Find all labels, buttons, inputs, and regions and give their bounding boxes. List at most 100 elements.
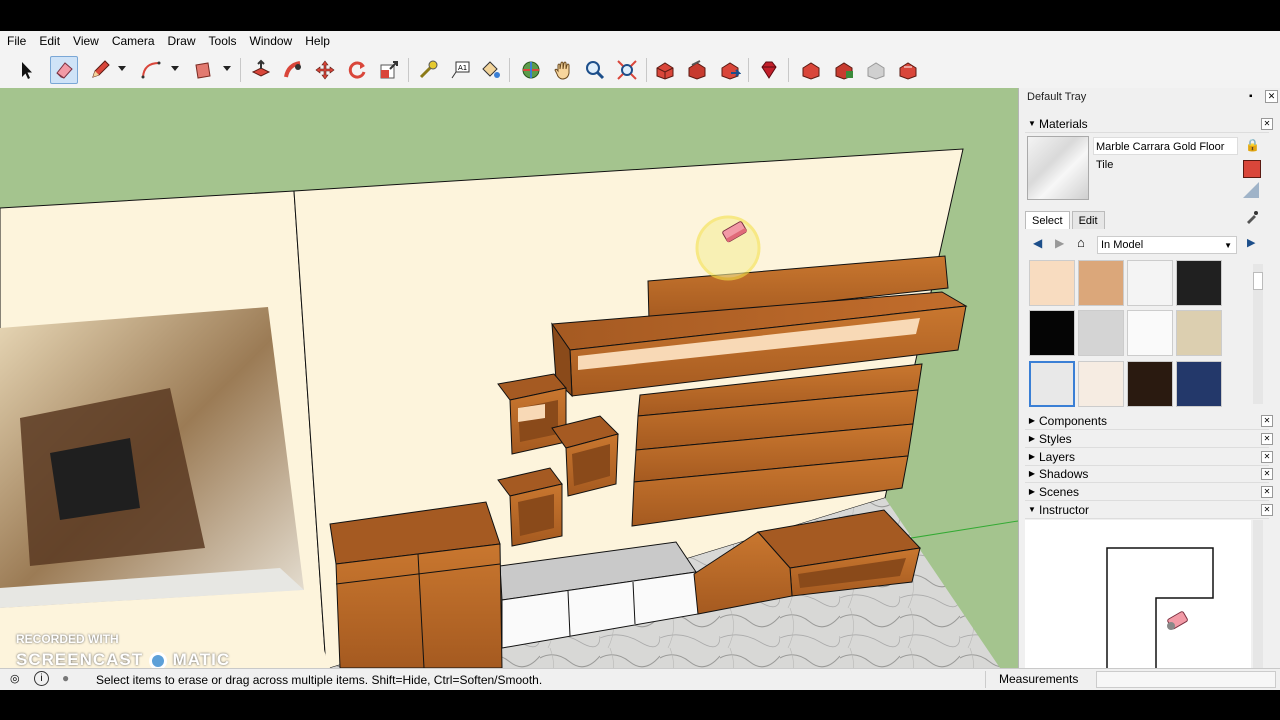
instructor-scrollbar[interactable] [1253,520,1263,668]
material-swatch[interactable] [1127,360,1173,407]
material-swatch[interactable] [1029,310,1075,357]
styles-close-icon[interactable]: ✕ [1261,433,1273,445]
create-material-icon[interactable] [1243,160,1261,178]
gem-icon[interactable] [894,56,922,84]
sample-paint-icon[interactable] [1243,182,1259,198]
library-select[interactable]: In Model ▼ [1097,236,1237,254]
orbit-icon[interactable] [517,56,545,84]
material-swatch[interactable] [1176,310,1222,357]
shadows-close-icon[interactable]: ✕ [1261,468,1273,480]
geo-location-icon[interactable]: ◎ [10,672,20,685]
material-preview[interactable] [1027,136,1089,200]
tab-edit[interactable]: Edit [1071,211,1105,229]
extension-warehouse-icon[interactable] [716,56,744,84]
menu-help[interactable]: Help [298,31,336,52]
menu-tools[interactable]: Tools [202,31,243,52]
ruby-icon[interactable] [755,56,783,84]
cursor-highlight [695,215,761,281]
material-swatch[interactable] [1127,260,1173,306]
follow-me-icon[interactable] [279,56,307,84]
material-swatch[interactable] [1078,310,1124,357]
expand-triangle-icon: ▶ [1028,469,1036,478]
tab-select[interactable]: Select [1025,211,1070,229]
pan-icon[interactable] [549,56,577,84]
material-swatch[interactable] [1078,260,1124,306]
menu-camera[interactable]: Camera [105,31,161,52]
shape-dropdown-icon[interactable] [223,66,231,71]
material-swatch[interactable] [1078,360,1124,407]
materials-title: Materials [1039,116,1088,131]
components-panel-header[interactable]: ▶ Components ✕ [1025,412,1273,430]
model-viewport[interactable]: RECORDED WITH SCREENCAST MATIC [0,88,1018,668]
menu-window[interactable]: Window [243,31,299,52]
material-swatch[interactable] [1127,310,1173,357]
component-icon[interactable] [797,56,825,84]
scale-icon[interactable] [375,56,403,84]
left-cabinet-front[interactable] [335,543,503,668]
title-bar [0,0,1280,31]
scenes-title: Scenes [1039,484,1080,499]
instructor-close-icon[interactable]: ✕ [1261,504,1273,516]
measurements-label: Measurements [985,671,1109,688]
warehouse-icon[interactable] [651,56,679,84]
tray-title: Default Tray [1027,91,1087,103]
instructor-panel-header[interactable]: ▼ Instructor ✕ [1025,501,1273,519]
material-name-field[interactable]: Marble Carrara Gold Floor Tile [1093,137,1238,171]
swatches-scroll-thumb[interactable] [1253,272,1263,290]
home-icon[interactable]: ⌂ [1077,235,1085,250]
shadows-panel-header[interactable]: ▶ Shadows ✕ [1025,465,1273,483]
styles-panel-header[interactable]: ▶ Styles ✕ [1025,430,1273,448]
measurements-input[interactable] [1096,671,1276,688]
push-pull-icon[interactable] [247,56,275,84]
select-arrow-icon[interactable] [12,56,40,84]
menu-edit[interactable]: Edit [32,31,66,52]
zoom-extents-icon[interactable] [613,56,641,84]
material-swatch[interactable] [1029,360,1075,407]
zoom-icon[interactable] [581,56,609,84]
scenes-panel-header[interactable]: ▶ Scenes ✕ [1025,483,1273,501]
pin-icon[interactable]: ▪ [1249,91,1253,102]
material-swatch[interactable] [1029,260,1075,306]
tape-measure-icon[interactable] [414,56,442,84]
text-label-icon[interactable]: A1 [447,56,475,84]
send-to-layout-icon[interactable] [862,56,890,84]
layout-icon[interactable] [830,56,858,84]
model-scene [0,148,1018,668]
back-arrow-icon[interactable]: ◀ [1033,236,1042,250]
pencil-icon[interactable] [86,56,114,84]
paint-bucket-icon[interactable] [476,56,504,84]
eyedropper-icon[interactable] [1245,210,1259,224]
material-swatch[interactable] [1176,360,1222,407]
library-select-value: In Model [1101,239,1144,251]
expand-triangle-icon: ▶ [1028,434,1036,443]
layers-close-icon[interactable]: ✕ [1261,451,1273,463]
watermark-word2: MATIC [172,650,231,668]
details-arrow-icon[interactable]: ▶ [1247,236,1255,249]
swatches-scrollbar[interactable] [1253,264,1263,404]
menu-file[interactable]: File [0,31,32,52]
tray-close-icon[interactable]: ✕ [1265,90,1278,103]
info-icon[interactable]: i [34,671,49,686]
layers-panel-header[interactable]: ▶ Layers ✕ [1025,448,1273,466]
materials-close-icon[interactable]: ✕ [1261,118,1273,130]
user-icon[interactable]: ● [62,671,69,685]
forward-arrow-icon[interactable]: ▶ [1055,236,1064,250]
material-swatch[interactable] [1176,260,1222,306]
rectangle-icon[interactable] [189,56,217,84]
move-icon[interactable] [311,56,339,84]
scenes-close-icon[interactable]: ✕ [1261,486,1273,498]
share-model-icon[interactable] [683,56,711,84]
rotate-icon[interactable] [343,56,371,84]
collapse-triangle-icon: ▼ [1028,119,1036,128]
materials-panel-header[interactable]: ▼ Materials ✕ [1025,115,1273,133]
menu-draw[interactable]: Draw [161,31,202,52]
pencil-dropdown-icon[interactable] [118,66,126,71]
watermark-word1: SCREENCAST [16,650,144,668]
menu-view[interactable]: View [66,31,105,52]
components-close-icon[interactable]: ✕ [1261,415,1273,427]
watermark-line1: RECORDED WITH [16,632,119,646]
arc-dropdown-icon[interactable] [171,66,179,71]
eraser-icon[interactable] [50,56,78,84]
lock-icon[interactable]: 🔒 [1245,138,1260,152]
arc-icon[interactable] [137,56,165,84]
